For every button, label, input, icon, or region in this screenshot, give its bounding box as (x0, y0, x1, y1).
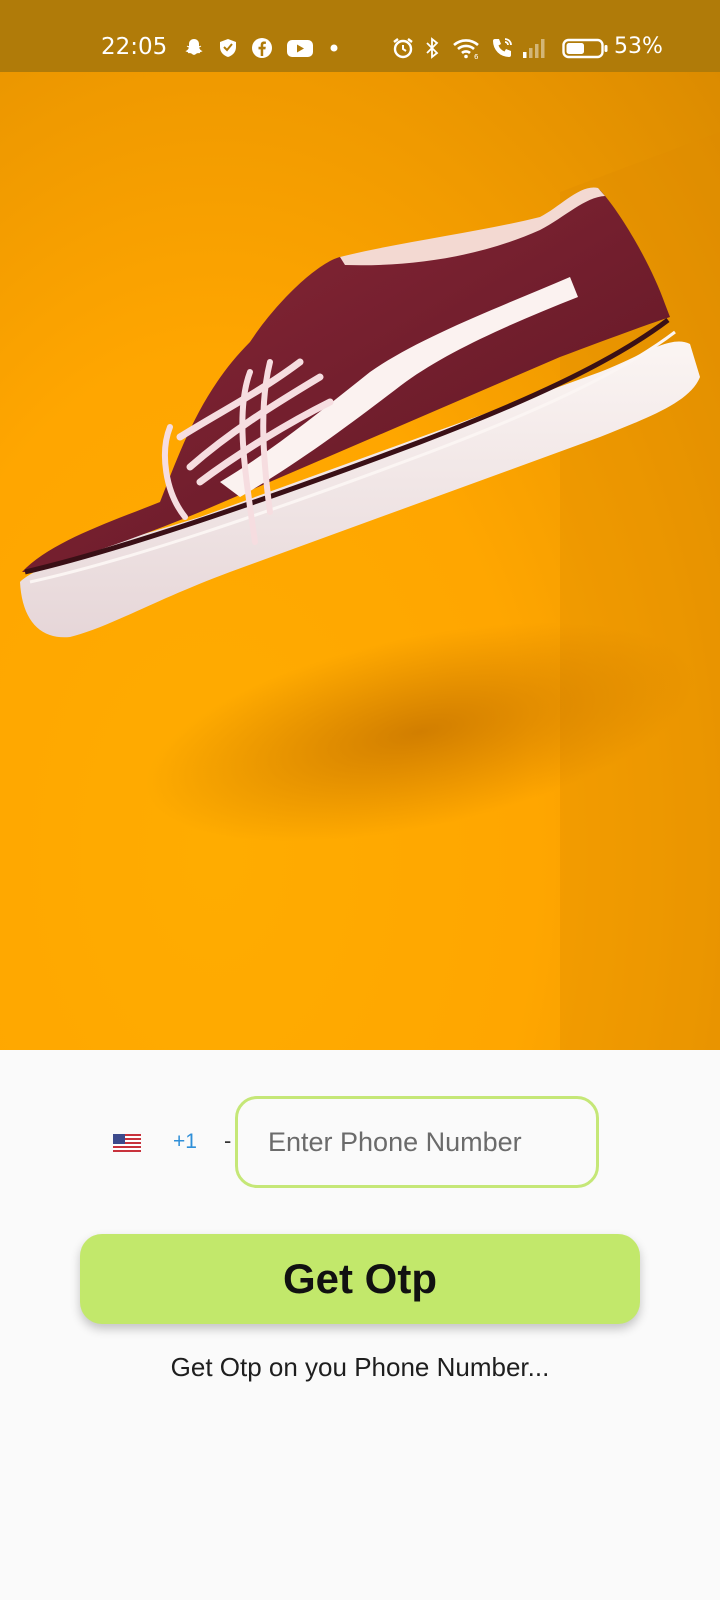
alarm-icon (391, 36, 415, 60)
snapchat-icon (182, 36, 206, 60)
shield-icon (216, 36, 240, 60)
battery-icon (562, 36, 608, 60)
country-dial-code[interactable]: +1 (173, 1130, 197, 1154)
facebook-icon (250, 36, 274, 60)
sneaker-illustration (20, 132, 720, 1050)
status-time: 22:05 (101, 34, 168, 60)
signal-icon (522, 36, 548, 60)
phone-entry-row: +1 - (0, 1094, 720, 1190)
hero-image (0, 72, 720, 1050)
us-flag-icon[interactable] (113, 1134, 141, 1152)
dial-code-separator: - (224, 1128, 232, 1153)
phone-number-input[interactable] (235, 1096, 599, 1188)
svg-text:6: 6 (474, 53, 479, 60)
wifi-icon: 6 (452, 36, 482, 60)
wifi-call-icon (490, 36, 514, 60)
otp-hint-text: Get Otp on you Phone Number... (170, 1352, 550, 1382)
youtube-icon (286, 36, 314, 60)
status-bar: 22:05 6 53% (0, 0, 720, 72)
login-screen: 22:05 6 53% +1 - Enter Phone Number Get … (0, 0, 720, 1600)
dot-icon (328, 36, 340, 60)
bluetooth-icon (420, 36, 444, 60)
battery-percent: 53% (614, 34, 663, 59)
get-otp-button[interactable]: Get Otp (80, 1234, 640, 1324)
